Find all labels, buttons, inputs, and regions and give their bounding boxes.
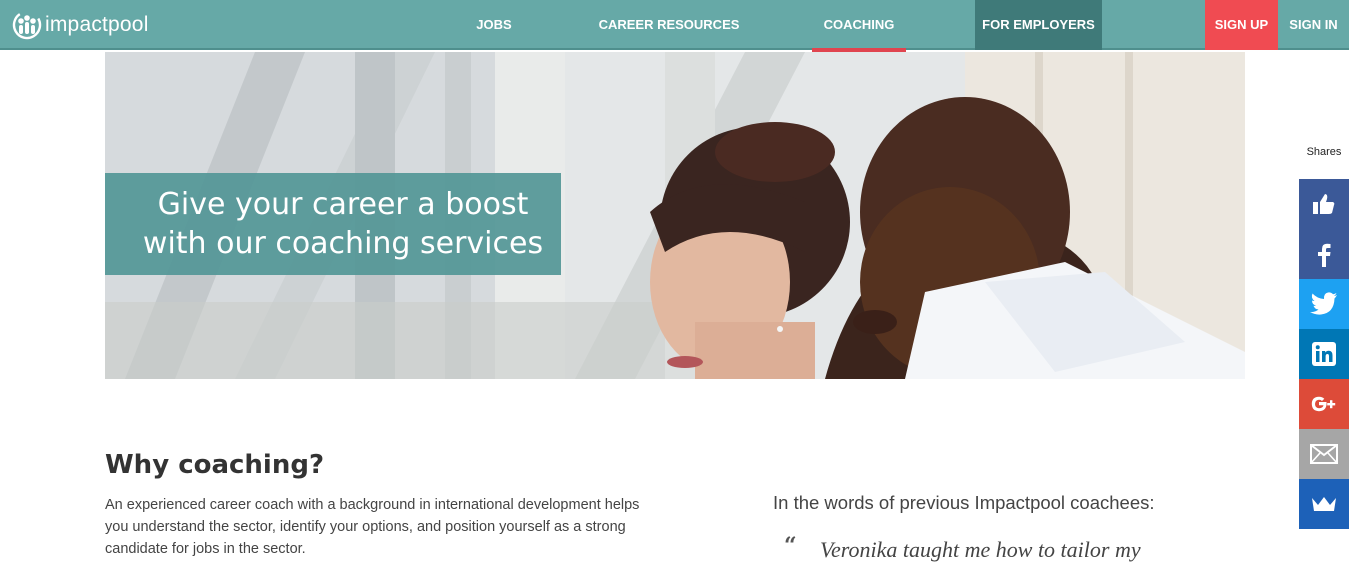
crown-share-button[interactable]: [1299, 479, 1349, 529]
google-plus-icon: [1311, 396, 1336, 412]
twitter-icon: [1310, 292, 1337, 315]
twitter-share-button[interactable]: [1299, 279, 1349, 329]
linkedin-share-button[interactable]: [1299, 329, 1349, 379]
hero-headline-line-1: Give your career a boost: [157, 187, 529, 222]
linkedin-icon: [1312, 342, 1336, 366]
nav-for-employers[interactable]: FOR EMPLOYERS: [975, 0, 1102, 50]
top-navigation-bar: impactpool JOBS CAREER RESOURCES COACHIN…: [0, 0, 1349, 52]
quote-mark-icon: “: [784, 533, 797, 559]
testimonials-heading: In the words of previous Impactpool coac…: [773, 492, 1155, 513]
impactpool-logo[interactable]: impactpool: [12, 10, 149, 40]
facebook-icon: [1318, 243, 1331, 267]
thumbs-up-icon: [1313, 194, 1335, 214]
email-icon: [1310, 444, 1338, 464]
email-share-button[interactable]: [1299, 429, 1349, 479]
google-plus-share-button[interactable]: [1299, 379, 1349, 429]
sign-in-button[interactable]: SIGN IN: [1278, 0, 1349, 50]
hero-banner: Give your career a boost with our coachi…: [105, 52, 1245, 379]
why-coaching-text: An experienced career coach with a backg…: [105, 497, 640, 557]
nav-jobs[interactable]: JOBS: [462, 0, 526, 50]
nav-coaching[interactable]: COACHING: [812, 0, 906, 52]
facebook-share-button[interactable]: [1299, 229, 1349, 279]
hero-headline-line-2: with our coaching services: [142, 226, 544, 261]
shares-label: Shares: [1306, 146, 1342, 158]
why-coaching-heading: Why coaching?: [105, 450, 325, 480]
people-logo-icon: [12, 10, 42, 40]
hero-headline-box: Give your career a boost with our coachi…: [105, 173, 561, 275]
sign-up-button[interactable]: SIGN UP: [1205, 0, 1278, 50]
like-share-button[interactable]: [1299, 179, 1349, 229]
brand-name: impactpool: [45, 13, 149, 36]
crown-icon: [1312, 497, 1336, 511]
testimonial-quote: Veronika taught me how to tailor my: [820, 537, 1141, 562]
nav-career-resources[interactable]: CAREER RESOURCES: [596, 0, 742, 50]
nav-coaching-label: COACHING: [823, 17, 895, 32]
